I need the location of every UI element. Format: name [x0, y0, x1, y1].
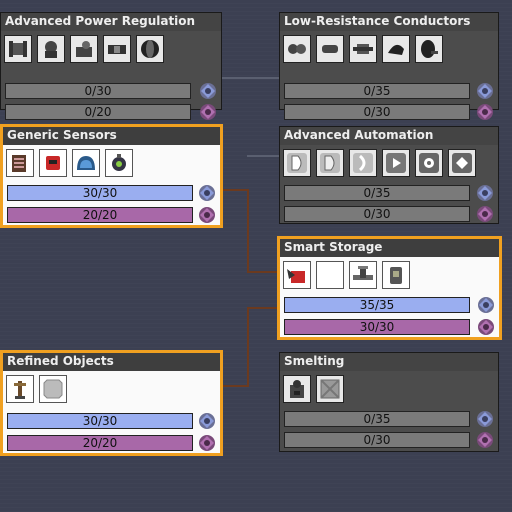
furnace-icon[interactable] — [283, 375, 311, 403]
purple-science-progress: 30/30 — [284, 319, 470, 335]
blue-pack-icon — [198, 184, 216, 202]
blue-pack-icon — [199, 82, 217, 100]
cable-icon[interactable] — [349, 35, 377, 63]
purple-science-progress: 0/30 — [284, 432, 470, 448]
tech-title: Advanced Power Regulation — [1, 13, 221, 32]
purple-pack-icon — [476, 205, 494, 223]
purple-science-progress: 20/20 — [7, 207, 193, 223]
tech-title: Advanced Automation — [280, 127, 498, 146]
blue-science-progress: 0/35 — [284, 83, 470, 99]
tech-node-low-resistance-conductors[interactable]: Low-Resistance Conductors 0/35 0/30 — [279, 12, 499, 120]
battery-icon[interactable] — [103, 35, 131, 63]
lamp-sensor-icon[interactable] — [105, 149, 133, 177]
arrow-box-icon[interactable] — [283, 261, 311, 289]
empty-slot-icon[interactable] — [316, 261, 344, 289]
purple-pack-icon — [477, 318, 495, 336]
inserter-diamond-icon[interactable] — [448, 149, 476, 177]
blue-pack-icon — [198, 412, 216, 430]
substation-icon[interactable] — [4, 35, 32, 63]
tech-node-smelting[interactable]: Smelting 0/35 0/30 — [279, 352, 499, 452]
purple-pack-icon — [476, 103, 494, 121]
tech-tree-canvas[interactable]: Advanced Power Regulation 0/30 0/20 Low-… — [0, 0, 512, 512]
tech-node-refined-objects[interactable]: Refined Objects 30/30 20/20 — [0, 350, 223, 456]
purple-science-progress: 0/30 — [284, 206, 470, 222]
valve-icon[interactable] — [349, 261, 377, 289]
inserter-d3-icon[interactable] — [349, 149, 377, 177]
tech-title: Low-Resistance Conductors — [280, 13, 498, 32]
inserter-gear-icon[interactable] — [415, 149, 443, 177]
purple-science-progress: 0/20 — [5, 104, 191, 120]
tech-title: Refined Objects — [3, 353, 220, 372]
blue-science-progress: 30/30 — [7, 413, 193, 429]
blue-science-progress: 0/30 — [5, 83, 191, 99]
coil-icon[interactable] — [136, 35, 164, 63]
tech-node-advanced-power-regulation[interactable]: Advanced Power Regulation 0/30 0/20 — [0, 12, 222, 120]
accumulator-icon[interactable] — [37, 35, 65, 63]
tank-icon[interactable] — [382, 261, 410, 289]
purple-pack-icon — [198, 434, 216, 452]
purple-science-progress: 20/20 — [7, 435, 193, 451]
tech-title: Generic Sensors — [3, 127, 220, 146]
blue-science-progress: 35/35 — [284, 297, 470, 313]
blue-pack-icon — [476, 184, 494, 202]
blue-science-progress: 0/35 — [284, 185, 470, 201]
inserter-d1-icon[interactable] — [283, 149, 311, 177]
blue-science-progress: 30/30 — [7, 185, 193, 201]
inserter-d2-icon[interactable] — [316, 149, 344, 177]
tech-node-smart-storage[interactable]: Smart Storage 35/35 30/30 — [277, 236, 502, 340]
connector-icon[interactable] — [316, 35, 344, 63]
inserter-play-icon[interactable] — [382, 149, 410, 177]
plate-icon[interactable] — [39, 375, 67, 403]
conductor-icon[interactable] — [283, 35, 311, 63]
crate-icon[interactable] — [316, 375, 344, 403]
purple-pack-icon — [198, 206, 216, 224]
blue-pack-icon — [476, 410, 494, 428]
blue-pack-icon — [477, 296, 495, 314]
tech-node-advanced-automation[interactable]: Advanced Automation 0/35 0/30 — [279, 126, 499, 224]
tech-title: Smart Storage — [280, 239, 499, 258]
mailbox-icon[interactable] — [39, 149, 67, 177]
pylon-icon[interactable] — [6, 375, 34, 403]
purple-science-progress: 0/30 — [284, 104, 470, 120]
cable-reel-icon[interactable] — [415, 35, 443, 63]
purple-pack-icon — [199, 103, 217, 121]
tech-node-generic-sensors[interactable]: Generic Sensors 30/30 20/20 — [0, 124, 223, 228]
gauge-icon[interactable] — [72, 149, 100, 177]
blue-pack-icon — [476, 82, 494, 100]
wire-icon[interactable] — [382, 35, 410, 63]
blue-science-progress: 0/35 — [284, 411, 470, 427]
tech-title: Smelting — [280, 353, 498, 372]
power-switch-icon[interactable] — [70, 35, 98, 63]
purple-pack-icon — [476, 431, 494, 449]
sensor-books-icon[interactable] — [6, 149, 34, 177]
